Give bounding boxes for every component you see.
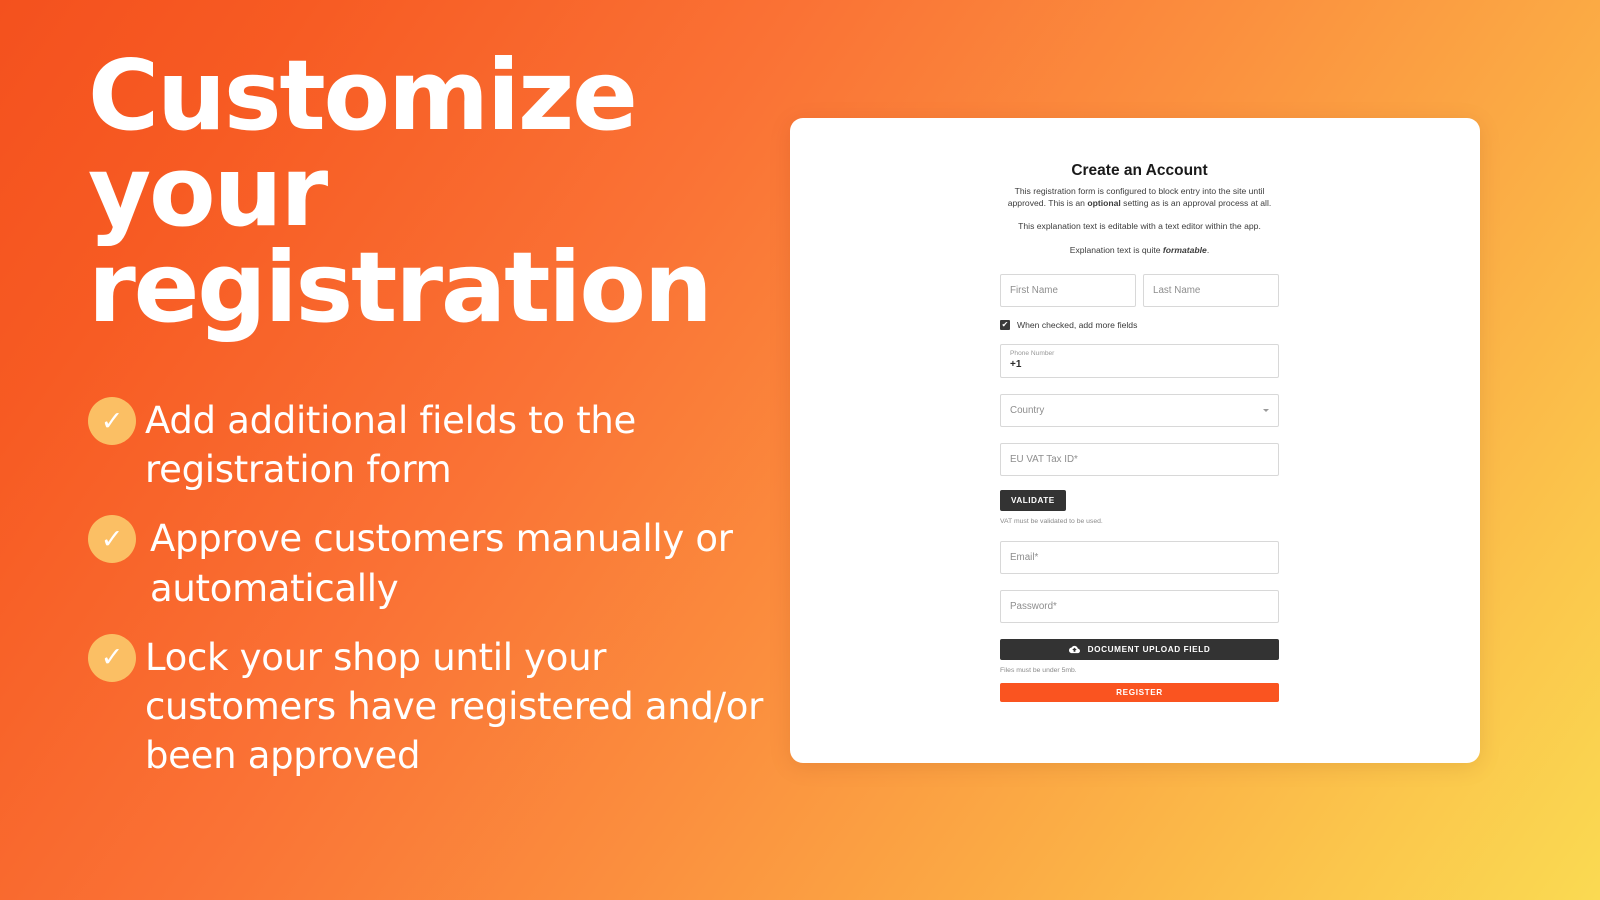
vat-helper-text: VAT must be validated to be used. <box>1000 517 1103 525</box>
validate-button[interactable]: VALIDATE <box>1000 489 1066 511</box>
first-name-input[interactable]: First Name <box>1000 273 1136 307</box>
form-intro-editable-note: This explanation text is editable with a… <box>1018 221 1261 232</box>
document-upload-button[interactable]: DOCUMENT UPLOAD FIELD <box>1000 638 1279 660</box>
form-intro-formatable-note: Explanation text is quite formatable. <box>1000 244 1279 256</box>
phone-number-value: +1 <box>1010 358 1022 370</box>
form-intro-paragraph: This registration form is configured to … <box>1000 185 1279 209</box>
list-item-label: Add additional fields to the registratio… <box>145 399 637 492</box>
check-icon: ✓ <box>88 515 136 564</box>
upload-helper-text: Files must be under 5mb. <box>1000 666 1077 674</box>
page-title: Customize your registration <box>88 39 713 345</box>
last-name-placeholder: Last Name <box>1153 284 1201 296</box>
list-item: ✓ Approve customers manually or automati… <box>88 512 788 612</box>
formatable-emphasis: formatable <box>1162 244 1207 255</box>
password-input[interactable]: Password* <box>1000 589 1279 623</box>
first-name-placeholder: First Name <box>1010 284 1058 296</box>
more-fields-checkbox-row[interactable]: ✔ When checked, add more fields <box>1000 319 1279 330</box>
password-placeholder: Password* <box>1010 600 1057 612</box>
check-icon: ✓ <box>88 633 136 682</box>
validate-button-wrapper: VALIDATE <box>1000 489 1279 511</box>
list-item: ✓ Lock your shop until your customers ha… <box>88 631 788 781</box>
list-item-label: Approve customers manually or automatica… <box>150 517 733 610</box>
chevron-down-icon[interactable] <box>1263 408 1269 412</box>
registration-form: Create an Account This registration form… <box>1000 162 1279 702</box>
last-name-input[interactable]: Last Name <box>1143 273 1279 307</box>
list-item-label: Lock your shop until your customers have… <box>145 635 764 778</box>
register-button[interactable]: REGISTER <box>1000 682 1279 702</box>
cloud-upload-icon <box>1068 645 1080 654</box>
checkbox-icon[interactable]: ✔ <box>1000 319 1010 330</box>
promo-panel: Customize your registration ✓ Add additi… <box>88 39 788 798</box>
formatable-pre: Explanation text is quite <box>1069 244 1163 255</box>
intro-line-2-pre: approved. This is an <box>1007 198 1088 209</box>
name-fields-row: First Name Last Name <box>1000 273 1279 307</box>
checkbox-check-glyph: ✔ <box>1001 319 1009 329</box>
formatable-post: . <box>1206 244 1210 255</box>
form-title: Create an Account <box>1071 162 1208 179</box>
registration-card: Create an Account This registration form… <box>790 118 1480 763</box>
vat-tax-id-placeholder: EU VAT Tax ID* <box>1010 453 1078 465</box>
check-glyph: ✓ <box>100 523 124 554</box>
phone-number-label: Phone Number <box>1010 350 1055 358</box>
country-placeholder: Country <box>1010 404 1045 416</box>
intro-line-2-post: setting as is an approval process at all… <box>1120 198 1272 209</box>
phone-number-input[interactable]: Phone Number +1 <box>1000 343 1279 378</box>
feature-list: ✓ Add additional fields to the registrat… <box>88 394 788 780</box>
checkbox-label: When checked, add more fields <box>1017 319 1138 330</box>
email-input[interactable]: Email* <box>1000 540 1279 574</box>
document-upload-label: DOCUMENT UPLOAD FIELD <box>1087 644 1211 654</box>
email-placeholder: Email* <box>1010 551 1039 563</box>
check-icon: ✓ <box>88 397 136 446</box>
list-item: ✓ Add additional fields to the registrat… <box>88 394 788 494</box>
intro-emphasis-optional: optional <box>1087 198 1121 209</box>
country-select[interactable]: Country <box>1000 393 1279 427</box>
check-glyph: ✓ <box>100 642 124 673</box>
vat-tax-id-input[interactable]: EU VAT Tax ID* <box>1000 442 1279 476</box>
intro-line-1: This registration form is configured to … <box>1014 186 1265 196</box>
check-glyph: ✓ <box>100 405 124 436</box>
